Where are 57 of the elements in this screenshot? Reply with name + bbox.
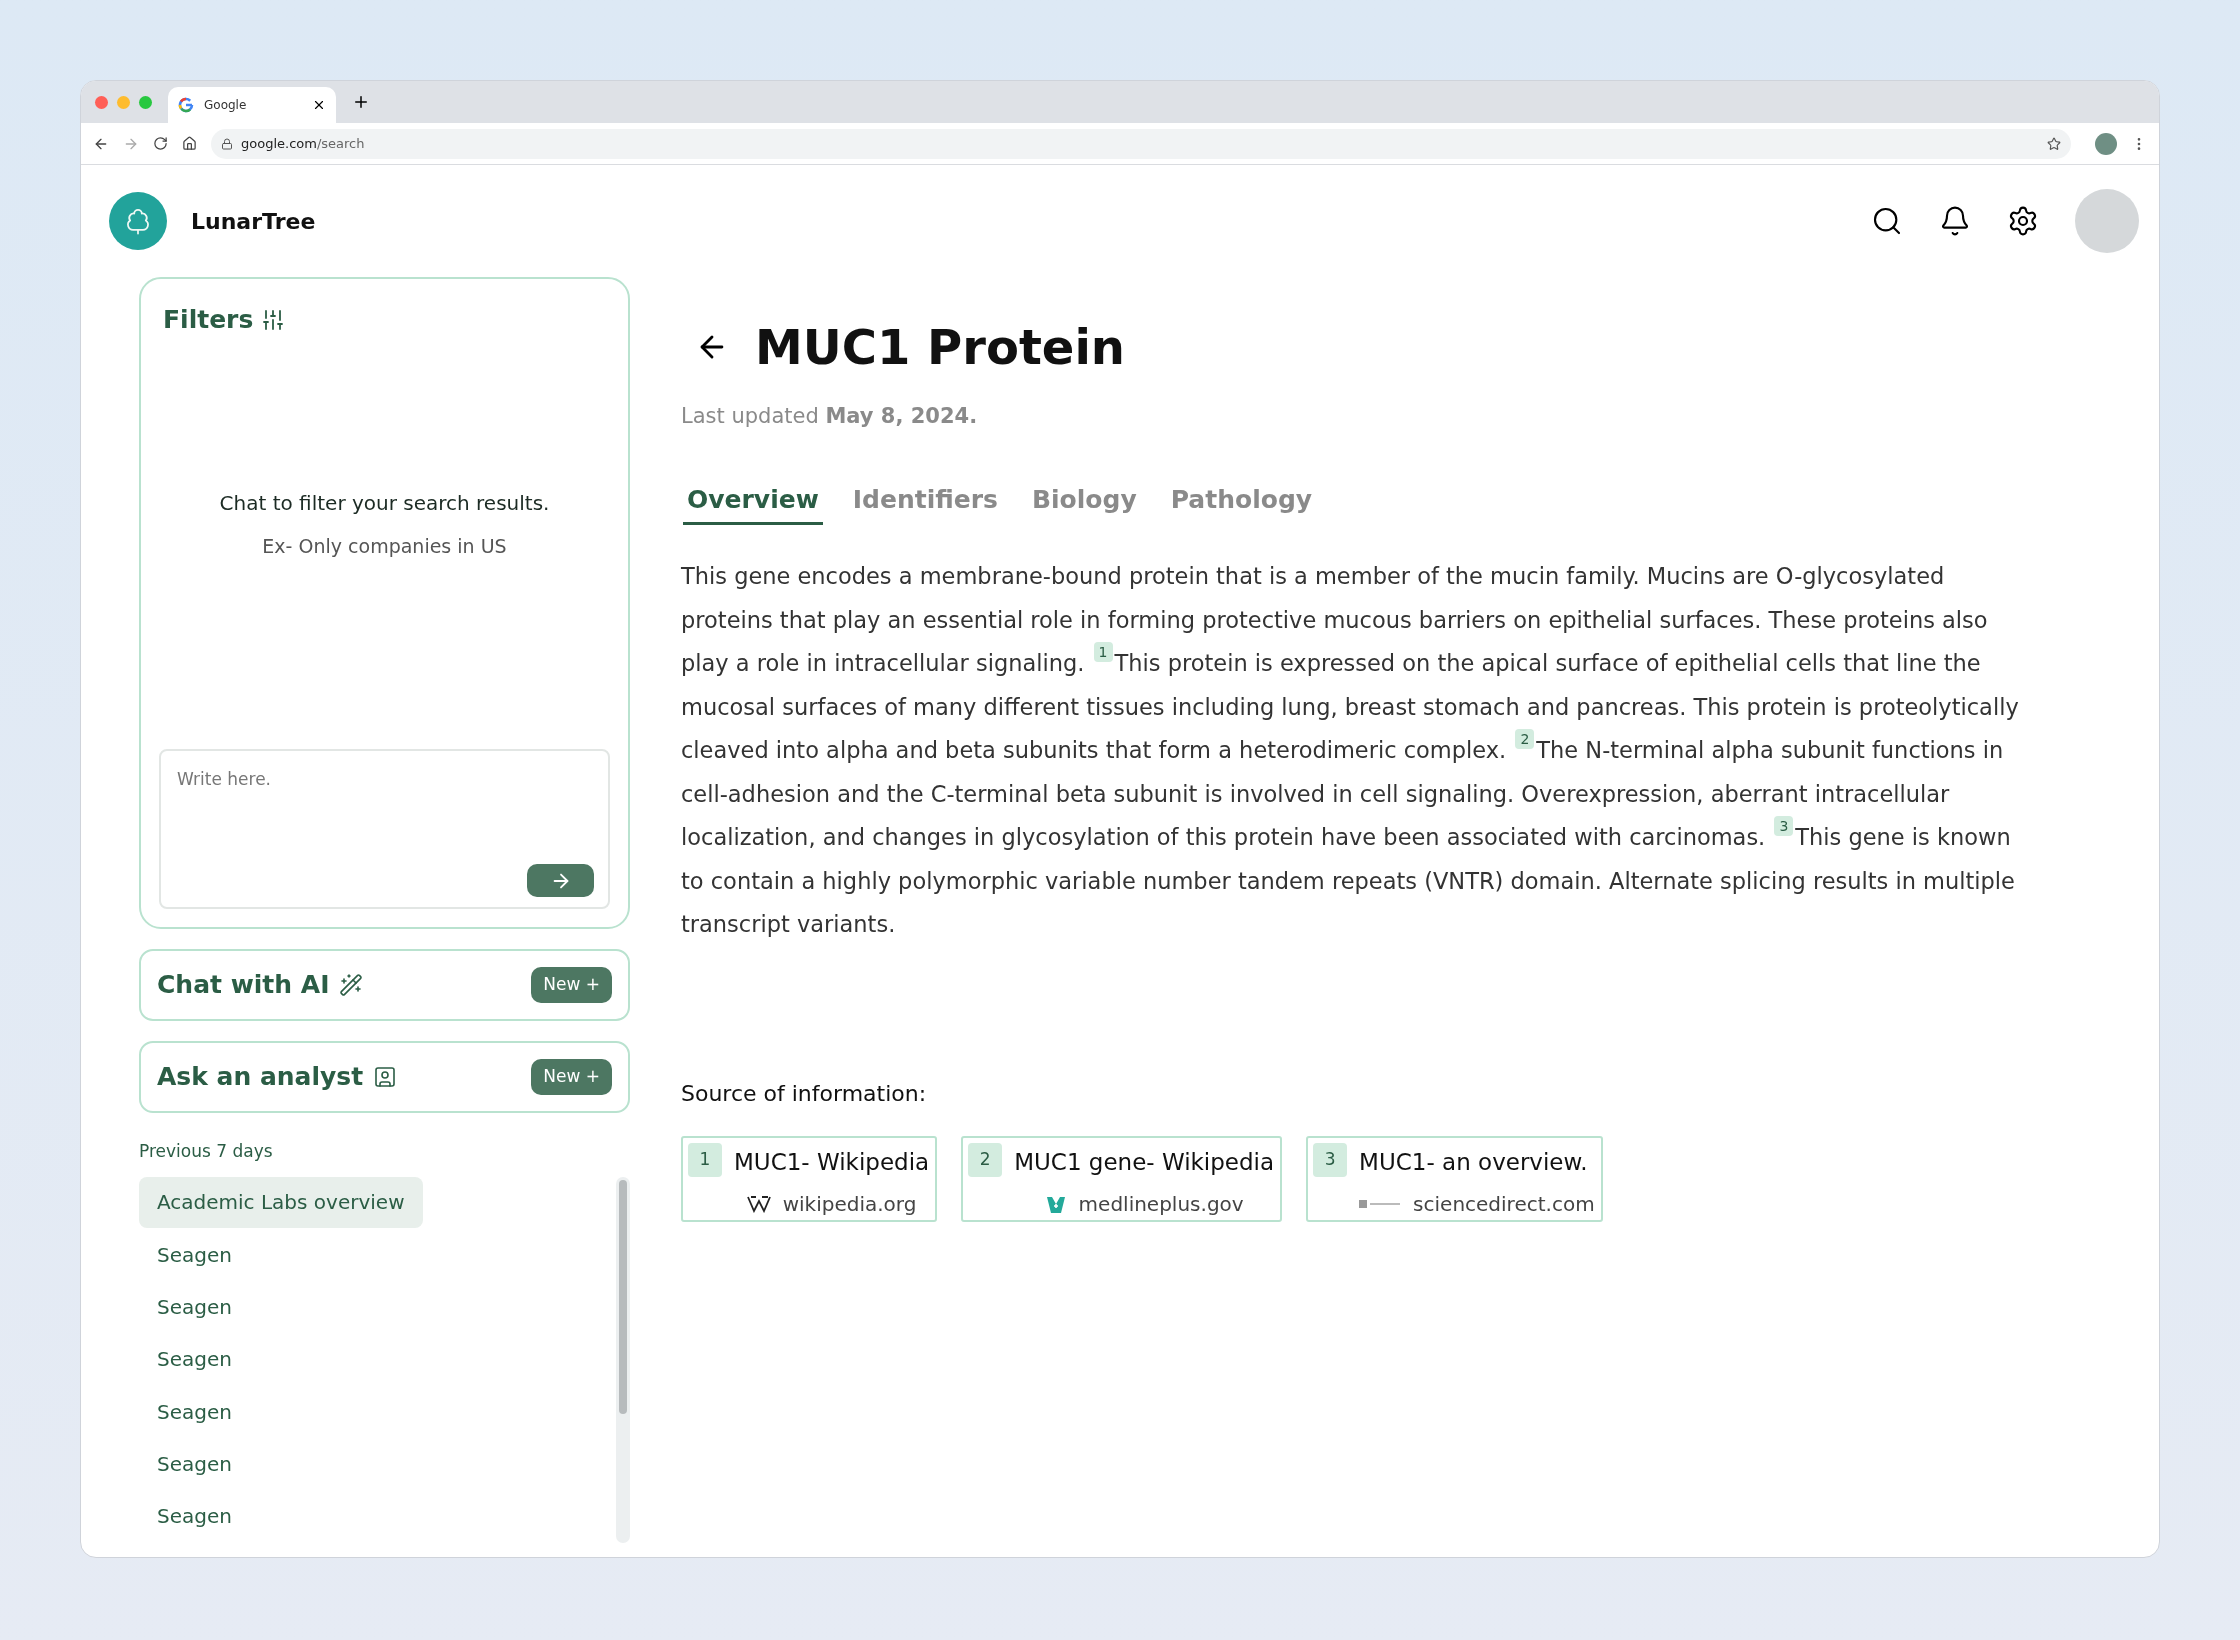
tab[interactable]: Overview xyxy=(683,480,823,525)
browser-tab[interactable]: Google xyxy=(168,87,336,123)
history-item[interactable]: Seagen xyxy=(139,1333,250,1385)
source-title: MUC1- an overview. xyxy=(1359,1147,1589,1177)
filters-title: Filters xyxy=(163,304,254,336)
last-updated-text: Last updated May 8, 2024. xyxy=(681,403,979,430)
w-logo-icon xyxy=(746,1195,771,1213)
source-domain: medlineplus.gov xyxy=(1078,1191,1244,1218)
source-title: MUC1- Wikipedia xyxy=(734,1147,930,1177)
new-button[interactable]: New + xyxy=(531,1059,612,1095)
history-item[interactable]: Seagen xyxy=(139,1385,250,1438)
history-item[interactable]: Seagen xyxy=(139,1490,250,1542)
url-field[interactable]: google.com/search xyxy=(211,128,2071,159)
lock-icon xyxy=(221,137,233,150)
history-item[interactable]: Seagen xyxy=(139,1438,250,1490)
action-title: Ask an analyst xyxy=(157,1061,364,1094)
reload-icon[interactable] xyxy=(153,136,168,151)
new-tab-icon[interactable] xyxy=(352,93,370,111)
source-card[interactable]: 2 MUC1 gene- Wikipedia medlineplus.gov xyxy=(961,1135,1283,1222)
sources-heading: Source of information: xyxy=(681,1079,928,1108)
send-button[interactable] xyxy=(527,864,594,897)
logo-icon xyxy=(109,192,167,250)
action-card[interactable]: Ask an analyst New + xyxy=(139,1041,630,1113)
publisher-logo-icon xyxy=(1359,1199,1402,1209)
source-number: 2 xyxy=(968,1142,1003,1177)
history-heading: Previous 7 days xyxy=(139,1140,274,1163)
magic-wand-icon xyxy=(339,973,364,997)
source-card[interactable]: 3 MUC1- an overview. sciencedirect.com xyxy=(1306,1135,1603,1222)
user-badge-icon xyxy=(373,1065,398,1089)
close-tab-icon[interactable] xyxy=(312,98,326,112)
google-icon xyxy=(178,97,194,113)
brand-name: LunarTree xyxy=(191,207,317,236)
source-title: MUC1 gene- Wikipedia xyxy=(1014,1147,1275,1177)
source-card[interactable]: 1 MUC1- Wikipedia wikipedia.org xyxy=(681,1135,938,1222)
source-number: 1 xyxy=(688,1142,722,1177)
source-domain: sciencedirect.com xyxy=(1413,1191,1595,1218)
sliders-icon[interactable] xyxy=(261,307,286,332)
action-title: Chat with AI xyxy=(157,969,330,1002)
new-button[interactable]: New + xyxy=(531,967,612,1003)
chat-input-field[interactable]: Write here. xyxy=(159,749,610,909)
settings-icon[interactable] xyxy=(2007,205,2039,237)
scrollbar-thumb[interactable] xyxy=(619,1179,627,1414)
action-card[interactable]: Chat with AI New + xyxy=(139,949,630,1021)
home-icon[interactable] xyxy=(182,136,197,151)
filter-example: Ex- Only companies in US xyxy=(262,533,507,559)
history-item[interactable]: Seagen xyxy=(139,1281,250,1333)
history-item[interactable]: Seagen xyxy=(139,1228,250,1281)
overview-paragraph: This gene encodes a membrane-bound protein that is a member of the mucin family. Mucins are O-glycosylated proteins that play an essential role in forming protective mucous barriers on epithelial surfaces. These proteins also play a role in intracellular signaling. 1 This protein is expressed on the apical surface of epithelial cells that line the mucosal surfaces of many different tissues including lung, breast stomach and pancreas. This protein is proteolytically cleaved into alpha and beta subunits that form a heterodimeric complex. 2 The N-terminal alpha subunit functions in cell-adhesion and the C-terminal beta subunit is involved in cell signaling. Overexpression, aberrant intracellular localization, and changes in glycosylation of this protein have been associated with carcinomas. 3 This gene is known to contain a highly polymorphic variable number tandem repeats (VNTR) domain. Alternate splicing results in multiple transcript variants. xyxy=(681,562,2019,939)
source-number: 3 xyxy=(1313,1142,1348,1177)
filter-prompt: Chat to filter your search results. xyxy=(219,489,550,517)
notification-bell-icon[interactable] xyxy=(1939,205,1971,237)
profile-avatar[interactable] xyxy=(2095,132,2117,155)
bookmark-star-icon[interactable] xyxy=(2047,136,2061,151)
search-icon[interactable] xyxy=(1871,205,1903,237)
history-item[interactable]: Academic Labs overview xyxy=(139,1176,423,1228)
page-title: MUC1 Protein xyxy=(755,318,1126,377)
source-domain: wikipedia.org xyxy=(782,1191,917,1218)
